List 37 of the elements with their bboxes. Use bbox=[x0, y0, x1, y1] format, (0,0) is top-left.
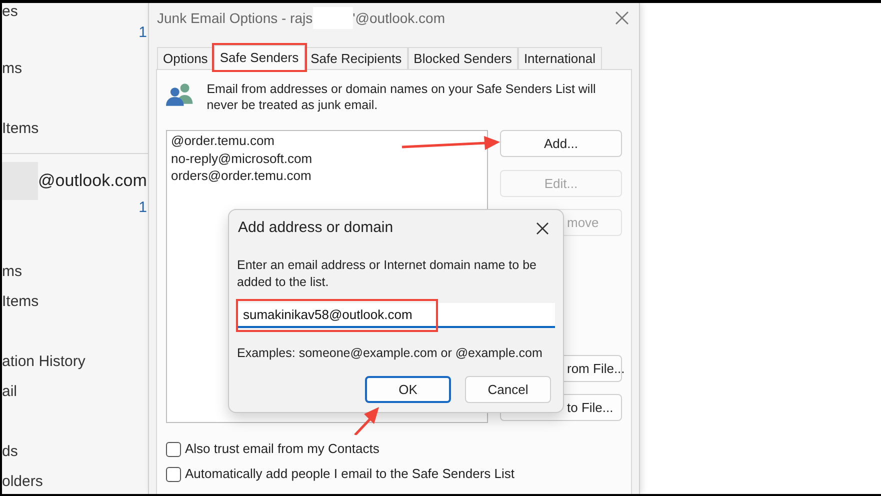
window-title: Junk Email Options - rajs bbox=[157, 8, 313, 28]
folder-item[interactable]: ds bbox=[2, 443, 18, 460]
folder-item[interactable]: es bbox=[2, 3, 18, 20]
tab[interactable]: Safe Recipients bbox=[304, 47, 408, 69]
annotation-arrow bbox=[352, 405, 382, 435]
checkbox[interactable] bbox=[166, 442, 181, 456]
redaction-block bbox=[2, 162, 38, 200]
tab[interactable]: Safe Senders bbox=[214, 45, 305, 70]
dialog-button[interactable]: Cancel bbox=[465, 376, 551, 403]
checkbox-label: Automatically add people I email to the Safe Senders List bbox=[185, 465, 515, 484]
list-item[interactable]: @order.temu.com bbox=[171, 132, 275, 150]
dialog-button[interactable]: Add... bbox=[500, 130, 622, 157]
folder-item[interactable]: ms bbox=[2, 60, 22, 77]
folder-item[interactable]: Items bbox=[2, 120, 39, 137]
window-title: '@outlook.com bbox=[352, 8, 445, 28]
unread-count: 1 bbox=[138, 23, 147, 43]
folder-item[interactable]: ail bbox=[2, 383, 18, 400]
list-item[interactable]: no-reply@microsoft.com bbox=[171, 150, 312, 167]
folder-item[interactable]: Items bbox=[2, 293, 39, 310]
dialog-button[interactable]: OK bbox=[365, 376, 451, 403]
tab[interactable]: Options bbox=[157, 47, 214, 69]
list-item[interactable]: orders@order.temu.com bbox=[171, 167, 312, 184]
checkbox[interactable] bbox=[166, 466, 181, 482]
account-name[interactable]: @outlook.com bbox=[38, 171, 147, 191]
info-text: Email from addresses or domain names on your Safe Senders List will never be treated as junk email. bbox=[206, 81, 597, 113]
tab[interactable]: Blocked Senders bbox=[408, 47, 518, 69]
unread-count: 1 bbox=[138, 198, 147, 218]
checkbox-label: Also trust email from my Contacts bbox=[185, 440, 380, 458]
examples-text: Examples: someone@example.com or @example.com bbox=[237, 345, 544, 362]
folder-item[interactable]: olders bbox=[2, 473, 43, 490]
folder-item[interactable]: ms bbox=[2, 263, 22, 280]
folder-item[interactable]: ation History bbox=[2, 353, 86, 370]
prompt-text: Enter an email address or Internet domain name to be added to the list. bbox=[237, 257, 538, 290]
close-icon[interactable] bbox=[536, 222, 549, 234]
modal-title: Add address or domain bbox=[238, 218, 394, 238]
tab[interactable]: International bbox=[518, 47, 602, 69]
people-icon bbox=[166, 82, 194, 106]
